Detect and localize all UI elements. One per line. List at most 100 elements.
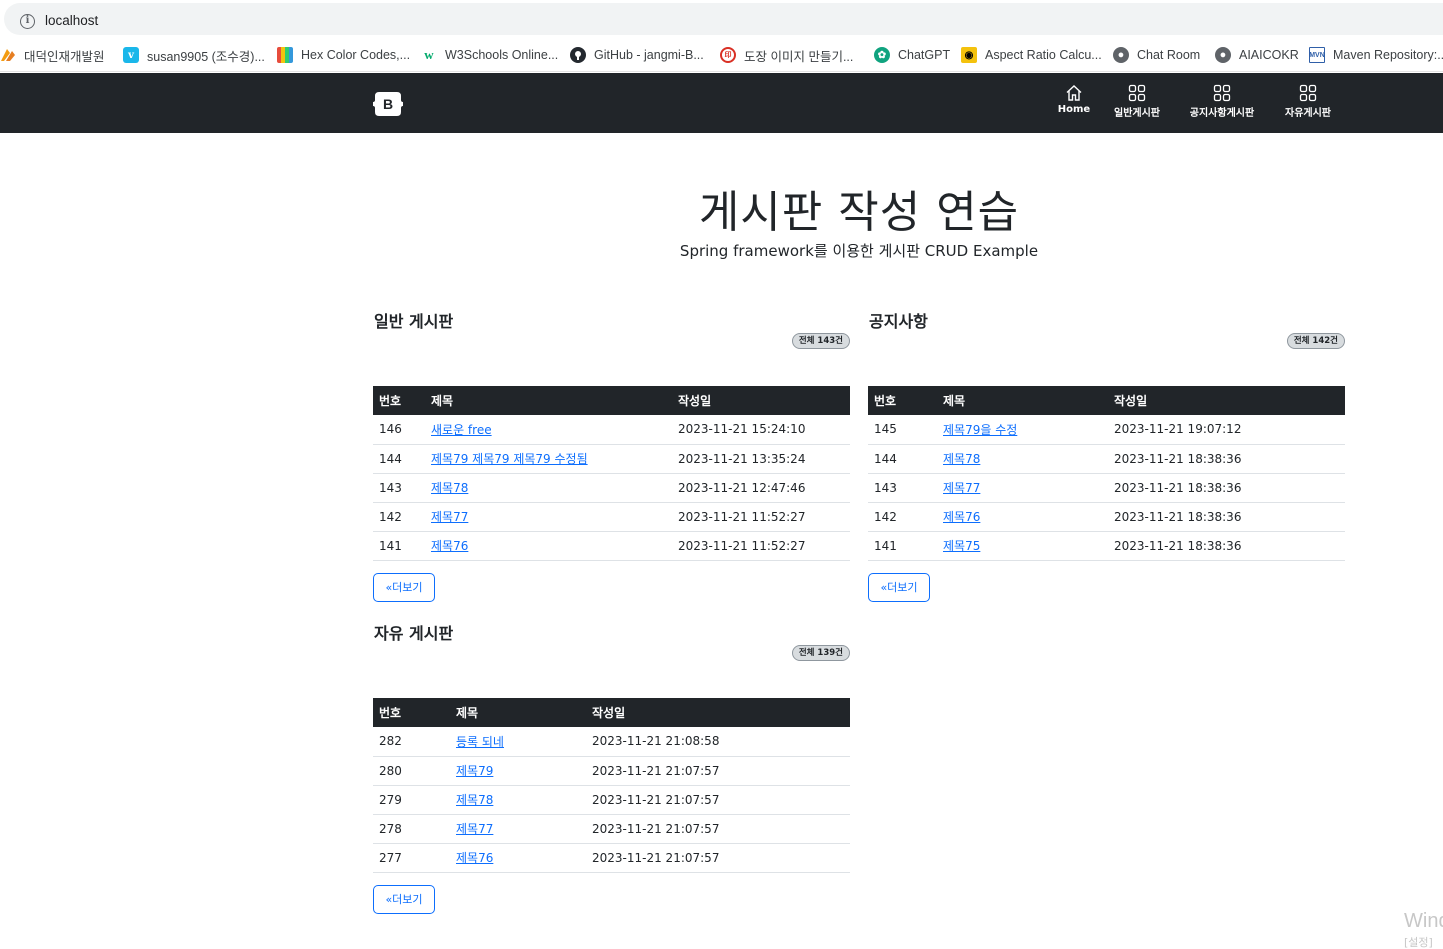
post-date: 2023-11-21 21:08:58 <box>586 727 850 757</box>
post-title-link[interactable]: 제목76 <box>943 510 980 524</box>
post-title-link[interactable]: 제목79 제목79 제목79 수정됨 <box>431 452 588 466</box>
nav-free-board-label: 자유게시판 <box>1285 108 1331 119</box>
column-header: 작성일 <box>1108 386 1345 415</box>
general-board-table: 번호 제목 작성일 146 새로운 free 2023-11-21 15:24:10… <box>373 386 850 561</box>
table-row: 142 제목76 2023-11-21 18:38:36 <box>868 502 1345 532</box>
post-number: 144 <box>373 444 425 474</box>
bookmark-label: W3Schools Online... <box>445 48 559 62</box>
nav-general-board[interactable]: 일반게시판 <box>1108 84 1166 124</box>
bookmark-github[interactable]: GitHub - jangmi-B... <box>570 46 704 64</box>
post-title-link[interactable]: 제목77 <box>431 510 468 524</box>
post-date: 2023-11-21 21:07:57 <box>586 785 850 815</box>
bookmark-chat-room[interactable]: ● Chat Room <box>1113 46 1200 64</box>
colors-icon <box>277 47 293 63</box>
column-header: 작성일 <box>586 698 850 727</box>
chatgpt-icon: ✿ <box>874 47 890 63</box>
post-date: 2023-11-21 12:47:46 <box>672 473 850 503</box>
post-date: 2023-11-21 15:24:10 <box>672 415 850 445</box>
more-button[interactable]: «더보기 <box>373 573 435 602</box>
post-title-link[interactable]: 제목77 <box>943 481 980 495</box>
table-row: 279 제목78 2023-11-21 21:07:57 <box>373 785 850 815</box>
post-title-link[interactable]: 제목77 <box>456 822 493 836</box>
bookmark-hex-colors[interactable]: Hex Color Codes,... <box>277 46 410 64</box>
address-text[interactable]: localhost <box>45 13 98 28</box>
more-button[interactable]: «더보기 <box>373 885 435 914</box>
post-date: 2023-11-21 21:07:57 <box>586 756 850 786</box>
post-number: 142 <box>373 502 425 532</box>
more-button[interactable]: «더보기 <box>868 573 930 602</box>
bookmarks-bar: 대덕인재개발원 v susan9905 (조수경)... Hex Color C… <box>0 38 1443 72</box>
post-date: 2023-11-21 18:38:36 <box>1108 444 1345 474</box>
post-number: 146 <box>373 415 425 445</box>
post-number: 142 <box>868 502 937 532</box>
table-header-row: 번호 제목 작성일 <box>373 698 850 727</box>
post-number: 277 <box>373 843 450 873</box>
nav-free-board[interactable]: 자유게시판 <box>1278 84 1338 124</box>
page-title: 게시판 작성 연습 <box>698 187 1020 238</box>
nav-notice-board[interactable]: 공지사항게시판 <box>1182 84 1262 124</box>
column-header: 번호 <box>373 698 450 727</box>
board-title: 일반 게시판 <box>374 312 454 331</box>
table-header-row: 번호 제목 작성일 <box>373 386 850 415</box>
bookmark-label: Chat Room <box>1137 48 1201 62</box>
bookmark-maven[interactable]: MVN Maven Repository:... <box>1309 46 1443 64</box>
globe-icon: ● <box>1113 47 1129 63</box>
bookmark-vimeo[interactable]: v susan9905 (조수경)... <box>123 46 265 64</box>
house-icon <box>1066 85 1082 101</box>
aspect-ratio-icon: ◉ <box>961 47 977 63</box>
post-title-link[interactable]: 제목78 <box>431 481 468 495</box>
total-count-badge: 전체 139건 <box>791 645 850 661</box>
table-row: 143 제목77 2023-11-21 18:38:36 <box>868 473 1345 503</box>
post-title-link[interactable]: 제목76 <box>456 851 493 865</box>
omnibox[interactable]: i localhost <box>4 3 1443 35</box>
grid-icon <box>1213 84 1231 102</box>
table-row: 282 등록 되네 2023-11-21 21:08:58 <box>373 727 850 757</box>
column-header: 작성일 <box>672 386 850 415</box>
column-header: 번호 <box>373 386 425 415</box>
nav-home[interactable]: Home <box>1056 84 1092 124</box>
bookmark-w3schools[interactable]: w W3Schools Online... <box>421 46 558 64</box>
post-date: 2023-11-21 19:07:12 <box>1108 415 1345 445</box>
post-date: 2023-11-21 18:38:36 <box>1108 473 1345 503</box>
column-header: 제목 <box>450 698 586 727</box>
notice-board-table: 번호 제목 작성일 145 제목79을 수정 2023-11-21 19:07:12… <box>868 386 1345 561</box>
post-number: 282 <box>373 727 450 757</box>
bookmark-ddit[interactable]: 대덕인재개발원 <box>0 46 105 64</box>
bookmark-aiaicokr[interactable]: ● AIAICOKR <box>1215 46 1299 64</box>
post-title-link[interactable]: 제목79을 수정 <box>943 423 1017 437</box>
post-date: 2023-11-21 11:52:27 <box>672 502 850 532</box>
table-row: 144 제목78 2023-11-21 18:38:36 <box>868 444 1345 474</box>
column-header: 제목 <box>425 386 672 415</box>
post-number: 141 <box>373 531 425 561</box>
post-title-link[interactable]: 제목75 <box>943 539 980 553</box>
post-number: 279 <box>373 785 450 815</box>
bookmark-aspect-ratio[interactable]: ◉ Aspect Ratio Calcu... <box>961 46 1102 64</box>
bookmark-label: GitHub - jangmi-B... <box>594 48 704 62</box>
bookmark-label: Maven Repository:... <box>1333 48 1443 62</box>
windows-watermark-settings: [설정] <box>1404 936 1433 949</box>
bookmark-label: Aspect Ratio Calcu... <box>985 48 1102 62</box>
post-title-link[interactable]: 새로운 free <box>431 423 492 437</box>
svg-text:B: B <box>383 96 393 112</box>
table-header-row: 번호 제목 작성일 <box>868 386 1345 415</box>
post-title-link[interactable]: 등록 되네 <box>456 735 504 749</box>
post-title-link[interactable]: 제목78 <box>456 793 493 807</box>
post-title-link[interactable]: 제목76 <box>431 539 468 553</box>
maven-icon: MVN <box>1309 47 1325 63</box>
post-title-link[interactable]: 제목79 <box>456 764 493 778</box>
info-icon[interactable]: i <box>20 14 35 29</box>
post-date: 2023-11-21 13:35:24 <box>672 444 850 474</box>
bookmark-stamp[interactable]: 印 도장 이미지 만들기... <box>720 46 853 64</box>
bookmark-chatgpt[interactable]: ✿ ChatGPT <box>874 46 950 64</box>
post-number: 280 <box>373 756 450 786</box>
table-row: 143 제목78 2023-11-21 12:47:46 <box>373 473 850 503</box>
free-board-section: 자유 게시판 전체 139건 번호 제목 작성일 282 등록 되네 2023-11… <box>373 620 850 920</box>
vimeo-icon: v <box>123 47 139 63</box>
post-date: 2023-11-21 11:52:27 <box>672 531 850 561</box>
post-title-link[interactable]: 제목78 <box>943 452 980 466</box>
bookmark-label: Hex Color Codes,... <box>301 48 411 62</box>
bootstrap-logo-icon[interactable]: B <box>372 91 404 117</box>
post-date: 2023-11-21 21:07:57 <box>586 814 850 844</box>
post-number: 143 <box>373 473 425 503</box>
grid-icon <box>1299 84 1317 102</box>
